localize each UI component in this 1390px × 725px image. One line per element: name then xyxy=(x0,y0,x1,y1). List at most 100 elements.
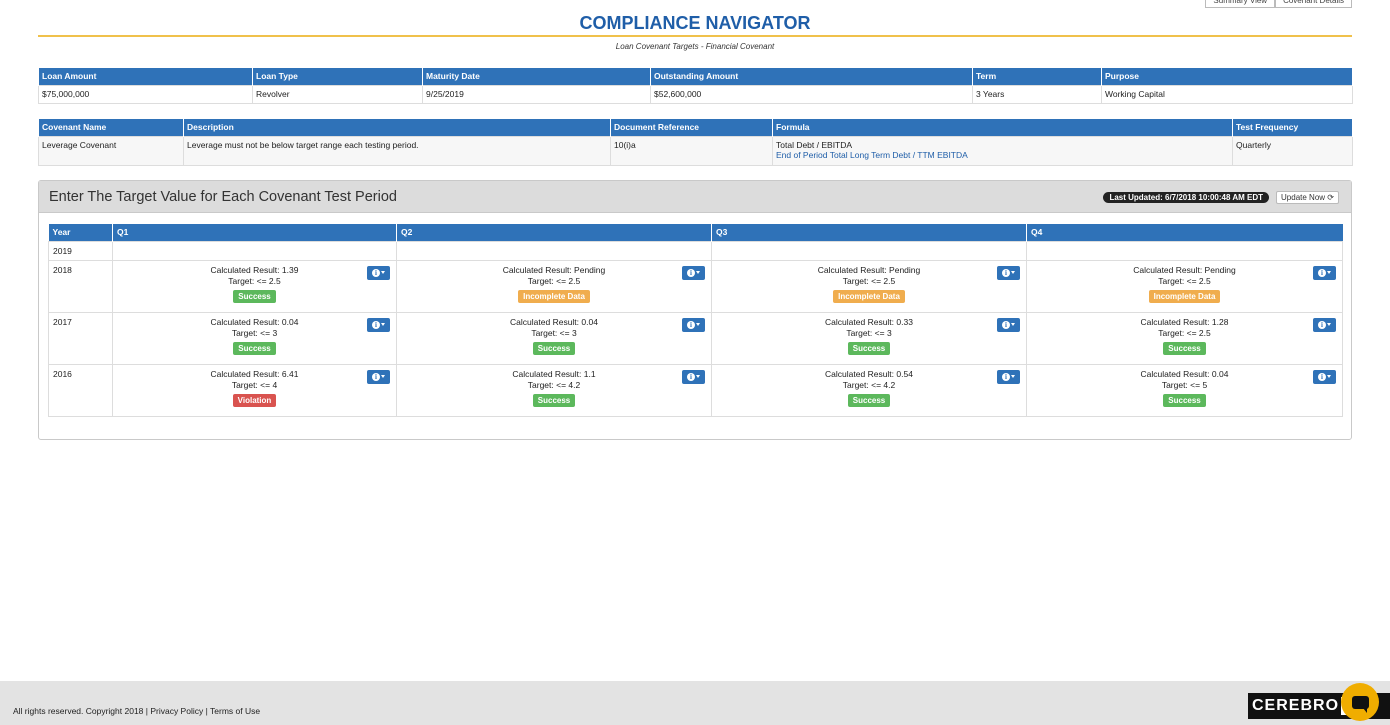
status-badge: Incomplete Data xyxy=(518,289,590,303)
table-row: 2017 Calculated Result: 0.04 Target: <= 3S… xyxy=(48,311,1343,365)
document-reference-header: Document Reference xyxy=(610,119,773,136)
grid-header: Year Q1 Q2 Q3 Q4 xyxy=(48,224,1343,241)
test-frequency-value: Quarterly xyxy=(1232,135,1353,166)
info-dropdown-button[interactable]: i xyxy=(997,317,1020,332)
target-value: Target: <= 4.2 xyxy=(842,379,896,390)
calculated-result: Calculated Result: 0.04 xyxy=(210,316,299,327)
calculated-result: Calculated Result: 0.04 xyxy=(1140,368,1229,379)
status-badge: Success xyxy=(233,341,276,355)
info-dropdown-button[interactable]: i xyxy=(997,265,1020,280)
status-badge: Success xyxy=(532,393,576,407)
quarter-result: Calculated Result: Pending Target: <= 2.5… xyxy=(1027,261,1342,303)
calculated-result: Calculated Result: 6.41 xyxy=(210,368,299,379)
info-dropdown-button[interactable]: i xyxy=(997,369,1020,384)
quarter-cell: Calculated Result: 6.41 Target: <= 4 Viola… xyxy=(112,363,397,417)
info-dropdown-button[interactable]: i xyxy=(1313,369,1336,384)
info-dropdown-button[interactable]: i xyxy=(1313,317,1336,332)
refresh-icon: ⟳ xyxy=(1327,193,1334,202)
covenant-name-header: Covenant Name xyxy=(38,119,184,136)
calculated-result: Calculated Result: Pending xyxy=(502,264,606,275)
caret-down-icon xyxy=(1011,271,1015,274)
status-badge: Violation xyxy=(232,393,277,407)
target-value: Target: <= 5 xyxy=(1161,379,1208,390)
description-value: Leverage must not be below target range … xyxy=(183,135,611,166)
formula-detail-link[interactable]: End of Period Total Long Term Debt / TTM… xyxy=(776,150,1229,160)
info-dropdown-button[interactable]: i xyxy=(1313,265,1336,280)
calculated-result: Calculated Result: Pending xyxy=(817,264,921,275)
quarter-result: Calculated Result: Pending Target: <= 2.5… xyxy=(397,261,711,303)
maturity-date-value: 9/25/2019 xyxy=(422,84,651,104)
covenant-details-button[interactable]: Covenant Details xyxy=(1275,0,1352,8)
quarter-cell: Calculated Result: 0.33 Target: <= 3 Succe… xyxy=(711,311,1027,365)
caret-down-icon xyxy=(696,323,700,326)
quarter-cell: Calculated Result: 0.04 Target: <= 5 Succe… xyxy=(1026,363,1343,417)
info-icon: i xyxy=(1318,372,1326,381)
quarter-cell[interactable] xyxy=(711,240,1027,261)
status-badge: Incomplete Data xyxy=(1148,289,1221,303)
target-values-panel: Enter The Target Value for Each Covenant… xyxy=(38,180,1352,440)
calculated-result: Calculated Result: Pending xyxy=(1133,264,1236,275)
q2-header: Q2 xyxy=(396,224,712,241)
page-title: COMPLIANCE NAVIGATOR xyxy=(579,13,811,33)
update-now-button[interactable]: Update Now ⟳ xyxy=(1276,191,1339,204)
update-now-label: Update Now xyxy=(1281,193,1326,202)
calculated-result: Calculated Result: 1.39 xyxy=(210,264,299,275)
loan-amount-value: $75,000,000 xyxy=(38,84,253,104)
target-value: Target: <= 3 xyxy=(846,327,892,338)
quarter-cell: Calculated Result: Pending Target: <= 2.5… xyxy=(711,259,1027,313)
maturity-date-header: Maturity Date xyxy=(422,68,651,85)
purpose-header: Purpose xyxy=(1101,68,1353,85)
info-dropdown-button[interactable]: i xyxy=(367,317,390,332)
terms-of-use-link[interactable]: Terms of Use xyxy=(210,706,260,716)
caret-down-icon xyxy=(1327,271,1331,274)
year-cell: 2019 xyxy=(48,240,113,261)
quarter-cell: Calculated Result: 1.39 Target: <= 2.5 Suc… xyxy=(112,259,397,313)
caret-down-icon xyxy=(381,271,385,274)
info-dropdown-button[interactable]: i xyxy=(682,317,705,332)
outstanding-amount-header: Outstanding Amount xyxy=(650,68,973,85)
chat-button[interactable] xyxy=(1341,683,1379,721)
quarter-result: Calculated Result: 0.04 Target: <= 5 Succe… xyxy=(1027,365,1342,407)
table-row: 2019 xyxy=(48,240,1343,261)
quarter-cell[interactable] xyxy=(1026,240,1343,261)
quarter-cell[interactable] xyxy=(112,240,397,261)
quarter-cell: Calculated Result: Pending Target: <= 2.5… xyxy=(1026,259,1343,313)
info-icon: i xyxy=(1318,320,1326,329)
loan-type-value: Revolver xyxy=(252,84,423,104)
info-dropdown-button[interactable]: i xyxy=(682,265,705,280)
q1-header: Q1 xyxy=(112,224,397,241)
logo-text: CEREBRO xyxy=(1252,697,1340,714)
document-reference-value: 10(i)a xyxy=(610,135,773,166)
formula-header: Formula xyxy=(772,119,1233,136)
loan-amount-header: Loan Amount xyxy=(38,68,253,85)
info-icon: i xyxy=(687,372,695,381)
table-row: 2018 Calculated Result: 1.39 Target: <= 2.… xyxy=(48,259,1343,313)
status-badge: Success xyxy=(847,341,891,355)
caret-down-icon xyxy=(1327,375,1331,378)
info-icon: i xyxy=(372,320,380,329)
target-value: Target: <= 2.5 xyxy=(1158,327,1211,338)
quarter-result: Calculated Result: 0.54 Target: <= 4.2 Suc… xyxy=(712,365,1026,407)
quarter-result: Calculated Result: 1.28 Target: <= 2.5 Suc… xyxy=(1027,313,1342,355)
loan-info-header: Loan Amount Loan Type Maturity Date Outs… xyxy=(38,68,1353,85)
summary-view-button[interactable]: Summary View xyxy=(1205,0,1276,8)
test-frequency-header: Test Frequency xyxy=(1232,119,1353,136)
panel-title: Enter The Target Value for Each Covenant… xyxy=(49,189,397,205)
covenant-test-grid: Year Q1 Q2 Q3 Q4 2019 2018 Calculated Res… xyxy=(48,224,1343,417)
loan-info-table: Loan Amount Loan Type Maturity Date Outs… xyxy=(38,68,1353,104)
formula-line: Total Debt / EBITDA xyxy=(776,139,853,150)
info-icon: i xyxy=(372,268,380,277)
quarter-cell: Calculated Result: Pending Target: <= 2.5… xyxy=(396,259,712,313)
calculated-result: Calculated Result: 1.1 xyxy=(512,368,596,379)
info-dropdown-button[interactable]: i xyxy=(682,369,705,384)
info-dropdown-button[interactable]: i xyxy=(367,265,390,280)
target-value: Target: <= 3 xyxy=(531,327,577,338)
caret-down-icon xyxy=(696,375,700,378)
q3-header: Q3 xyxy=(711,224,1027,241)
privacy-policy-link[interactable]: Privacy Policy xyxy=(150,706,203,716)
info-dropdown-button[interactable]: i xyxy=(367,369,390,384)
caret-down-icon xyxy=(696,271,700,274)
quarter-cell[interactable] xyxy=(396,240,712,261)
year-cell: 2018 xyxy=(48,259,113,313)
loan-type-header: Loan Type xyxy=(252,68,423,85)
